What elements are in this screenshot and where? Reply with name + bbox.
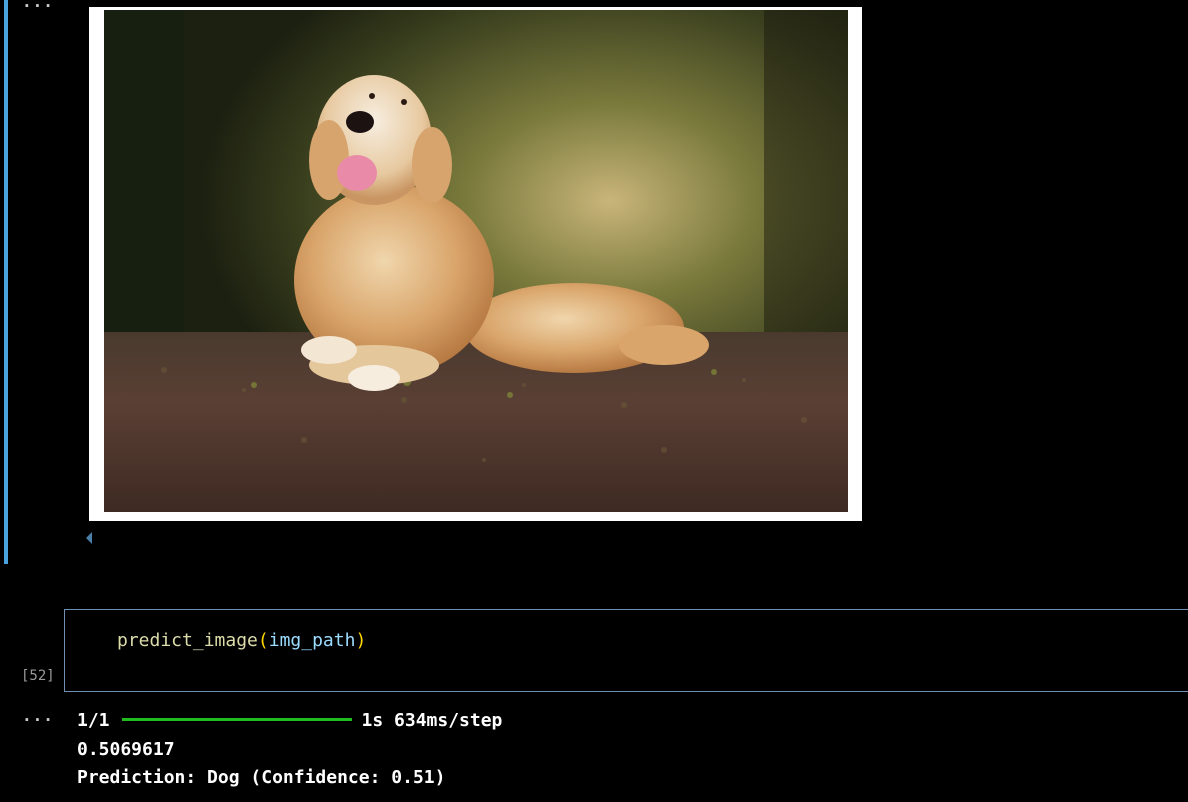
progress-line: 1/1 1s 634ms/step xyxy=(77,710,502,731)
dog-photo xyxy=(104,10,848,512)
code-close-paren: ) xyxy=(355,630,367,651)
raw-score: 0.5069617 xyxy=(77,739,175,760)
progress-count: 1/1 xyxy=(77,710,110,731)
execution-count: [52] xyxy=(21,668,55,684)
code-function-name: predict_image xyxy=(117,630,258,651)
collapse-output-icon[interactable] xyxy=(86,532,92,544)
code-open-paren: ( xyxy=(257,630,269,651)
prediction-result: Prediction: Dog (Confidence: 0.51) xyxy=(77,767,446,788)
output-image xyxy=(89,7,862,521)
cell-focus-indicator xyxy=(4,0,8,564)
code-line[interactable]: predict_image(img_path) xyxy=(117,630,366,651)
output-actions-button[interactable]: ... xyxy=(22,0,54,11)
code-argument: img_path xyxy=(268,630,356,651)
output-actions-button-2[interactable]: ... xyxy=(22,706,54,725)
code-cell[interactable]: predict_image(img_path) xyxy=(64,609,1188,692)
progress-bar xyxy=(121,717,352,721)
progress-timing: 1s 634ms/step xyxy=(361,710,503,731)
